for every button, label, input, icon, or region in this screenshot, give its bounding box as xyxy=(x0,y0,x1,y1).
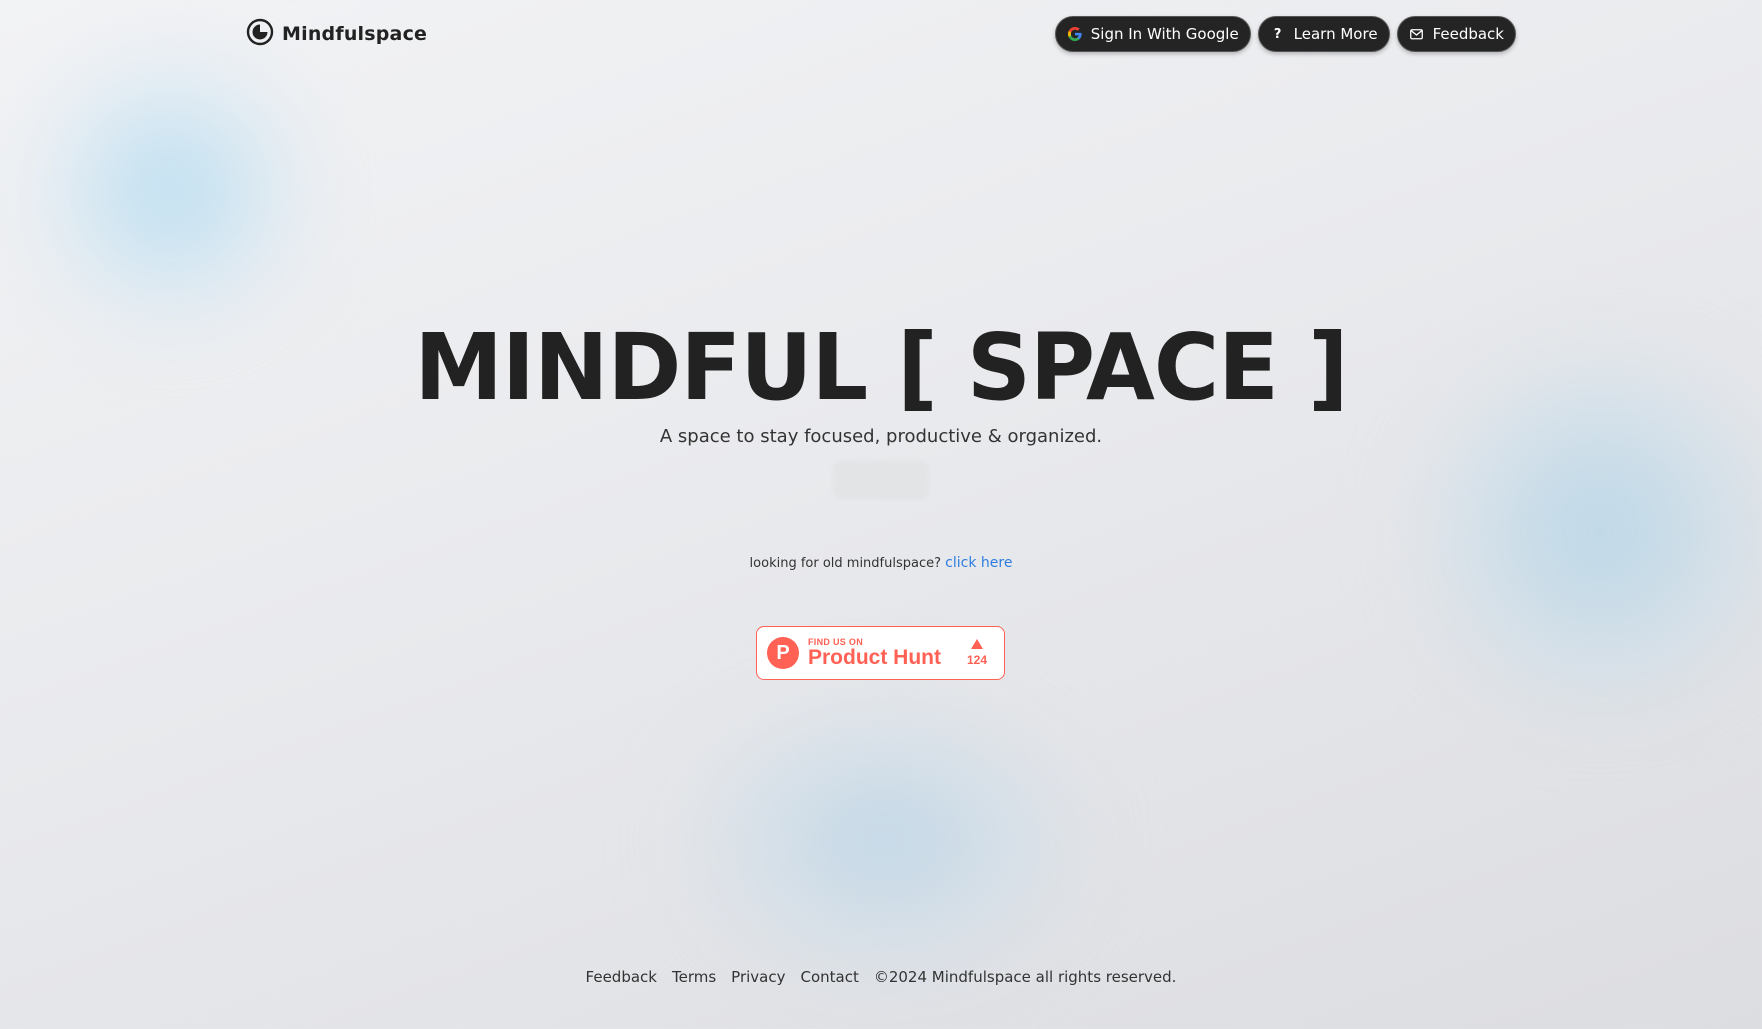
hero-title: MINDFUL [ SPACE ] xyxy=(414,313,1348,421)
sign-in-google-label: Sign In With Google xyxy=(1090,25,1239,43)
footer-link-privacy[interactable]: Privacy xyxy=(731,968,785,986)
learn-more-label: Learn More xyxy=(1293,25,1378,43)
top-header: Mindfulspace Sign In With Google ? Learn… xyxy=(246,14,1516,54)
question-icon: ? xyxy=(1273,26,1282,42)
old-version-link[interactable]: click here xyxy=(945,555,1012,571)
product-hunt-votes: 124 xyxy=(967,639,987,667)
product-hunt-title: Product Hunt xyxy=(808,646,941,669)
brand-name: Mindfulspace xyxy=(282,23,428,45)
old-version-prompt: looking for old mindfulspace? xyxy=(749,556,942,571)
product-hunt-text: FIND US ON Product Hunt xyxy=(808,637,941,669)
upvote-arrow-icon xyxy=(970,639,983,649)
background-blob xyxy=(20,40,320,340)
brand-home-link[interactable]: Mindfulspace xyxy=(246,18,427,50)
footer-copyright: ©2024 Mindfulspace all rights reserved. xyxy=(873,968,1177,986)
hero-subtitle: A space to stay focused, productive & or… xyxy=(659,426,1103,447)
mail-icon xyxy=(1410,27,1424,41)
feedback-label: Feedback xyxy=(1432,25,1504,43)
old-version-row: looking for old mindfulspace? click here xyxy=(0,555,1762,571)
footer-link-feedback[interactable]: Feedback xyxy=(586,968,657,986)
background-blob xyxy=(670,690,1100,990)
footer: Feedback Terms Privacy Contact ©2024 Min… xyxy=(0,968,1762,986)
learn-more-button[interactable]: ? Learn More xyxy=(1257,16,1390,52)
feedback-button[interactable]: Feedback xyxy=(1396,16,1516,52)
footer-link-terms[interactable]: Terms xyxy=(672,968,716,986)
top-nav: Sign In With Google ? Learn More Feedbac… xyxy=(1054,16,1516,52)
pie-logo-icon xyxy=(246,18,274,50)
vote-count: 124 xyxy=(966,653,987,667)
product-hunt-badge[interactable]: P FIND US ON Product Hunt 124 xyxy=(756,626,1005,680)
hero-section: MINDFUL [ SPACE ] A space to stay focuse… xyxy=(0,310,1762,497)
google-icon xyxy=(1067,27,1082,41)
footer-link-contact[interactable]: Contact xyxy=(800,968,858,986)
sign-in-google-button[interactable]: Sign In With Google xyxy=(1054,16,1251,52)
product-hunt-logo-icon: P xyxy=(767,637,799,669)
blurred-action-button[interactable] xyxy=(834,461,928,497)
